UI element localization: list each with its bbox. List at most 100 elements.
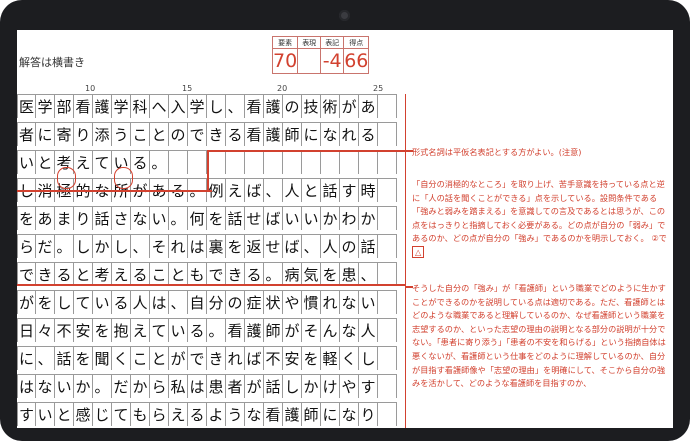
manuscript-cell: だ — [36, 234, 55, 258]
manuscript-cell: 分 — [207, 290, 226, 314]
manuscript-cell: で — [207, 262, 226, 286]
manuscript-row: がをしている人は、自分の症状や慣れない — [17, 290, 397, 314]
manuscript-cell: 、 — [131, 234, 150, 258]
manuscript-cell: そ — [150, 234, 169, 258]
correction-circle — [114, 167, 133, 189]
manuscript-cell: の — [169, 122, 188, 146]
manuscript-row: をあまり話さない。何を話せばいいかわか — [17, 206, 397, 230]
manuscript-cell: 時 — [359, 178, 378, 202]
manuscript-cell: い — [283, 206, 302, 230]
manuscript-cell: え — [131, 318, 150, 342]
manuscript-cell: 護 — [245, 318, 264, 342]
manuscript-cell: れ — [321, 290, 340, 314]
manuscript-cell: 科 — [131, 94, 150, 118]
manuscript-cell: せ — [245, 206, 264, 230]
manuscript-cell — [378, 346, 397, 370]
manuscript-cell: 。 — [207, 318, 226, 342]
manuscript-cell: れ — [169, 234, 188, 258]
manuscript-cell: 寄 — [55, 122, 74, 146]
manuscript-cell: て — [150, 318, 169, 342]
manuscript-cell: る — [112, 290, 131, 314]
manuscript-cell: そ — [302, 318, 321, 342]
manuscript-cell — [264, 150, 283, 174]
manuscript-cell — [378, 318, 397, 342]
manuscript-cell: 安 — [74, 318, 93, 342]
manuscript-row: できると考えることもできる。病気を患、 — [17, 262, 397, 286]
manuscript-cell: か — [321, 206, 340, 230]
manuscript-cell: 。 — [264, 262, 283, 286]
manuscript-cell: れ — [340, 122, 359, 146]
manuscript-cell: だ — [112, 374, 131, 398]
manuscript-row: に、話を聞くことができれば不安を軽くし — [17, 346, 397, 370]
manuscript-cell: 。 — [150, 150, 169, 174]
ruler-mark: 15 — [182, 84, 193, 93]
manuscript-cell: に — [321, 402, 340, 426]
manuscript-cell — [378, 262, 397, 286]
manuscript-cell: 人 — [321, 234, 340, 258]
manuscript-cell: す — [17, 402, 36, 426]
manuscript-cell: い — [55, 374, 74, 398]
manuscript-cell: 学 — [36, 94, 55, 118]
manuscript-cell: い — [302, 206, 321, 230]
manuscript-cell: り — [74, 206, 93, 230]
manuscript-cell: と — [169, 262, 188, 286]
score-value-expression — [297, 48, 322, 74]
manuscript-cell: 話 — [226, 206, 245, 230]
manuscript-cell: 看 — [245, 94, 264, 118]
manuscript-cell: る — [359, 122, 378, 146]
manuscript-cell: が — [245, 374, 264, 398]
manuscript-cell: は — [17, 374, 36, 398]
manuscript-cell — [283, 150, 302, 174]
manuscript-cell: え — [169, 402, 188, 426]
manuscript-cell: 患 — [207, 374, 226, 398]
manuscript-cell: 、 — [226, 94, 245, 118]
manuscript-cell: 学 — [188, 94, 207, 118]
manuscript-cell: せ — [264, 234, 283, 258]
manuscript-cell — [226, 150, 245, 174]
manuscript-cell: う — [112, 122, 131, 146]
manuscript-cell: け — [321, 374, 340, 398]
manuscript-cell: と — [302, 178, 321, 202]
manuscript-cell: ん — [321, 318, 340, 342]
manuscript-cell: 技 — [302, 94, 321, 118]
manuscript-cell: 看 — [74, 94, 93, 118]
manuscript-cell — [378, 374, 397, 398]
manuscript-cell — [378, 178, 397, 202]
manuscript-cell — [340, 150, 359, 174]
manuscript-cell: る — [188, 402, 207, 426]
manuscript-cell: い — [36, 402, 55, 426]
manuscript-cell: は — [188, 374, 207, 398]
manuscript-cell: や — [283, 290, 302, 314]
answer-note: 解答は横書き — [19, 56, 85, 69]
manuscript-cell: と — [36, 150, 55, 174]
manuscript-cell: に — [17, 346, 36, 370]
manuscript-cell: か — [359, 206, 378, 230]
manuscript-cell: 裏 — [207, 234, 226, 258]
manuscript-cell: 病 — [283, 262, 302, 286]
manuscript-cell — [302, 150, 321, 174]
manuscript-cell: き — [207, 122, 226, 146]
manuscript-cell: て — [93, 150, 112, 174]
manuscript-cell: を — [93, 318, 112, 342]
manuscript-cell: し — [74, 234, 93, 258]
manuscript-cell — [188, 150, 207, 174]
manuscript-cell: ま — [55, 206, 74, 230]
score-label: 表記 — [320, 36, 345, 49]
manuscript-cell: わ — [340, 206, 359, 230]
underline-mark — [17, 190, 212, 192]
manuscript-cell: 護 — [264, 122, 283, 146]
manuscript-cell: か — [93, 234, 112, 258]
manuscript-cell: 、 — [302, 234, 321, 258]
manuscript-cell: 考 — [93, 262, 112, 286]
manuscript-cell: を — [74, 346, 93, 370]
manuscript-cell: な — [131, 206, 150, 230]
manuscript-cell: 自 — [188, 290, 207, 314]
manuscript-cell — [378, 402, 397, 426]
manuscript-row: はないか。だから私は患者が話しかけやす — [17, 374, 397, 398]
manuscript-cell: な — [321, 122, 340, 146]
manuscript-cell: 人 — [131, 290, 150, 314]
manuscript-cell: は — [188, 234, 207, 258]
manuscript-cell: 看 — [264, 402, 283, 426]
manuscript-cell: で — [188, 346, 207, 370]
manuscript-cell: や — [340, 374, 359, 398]
